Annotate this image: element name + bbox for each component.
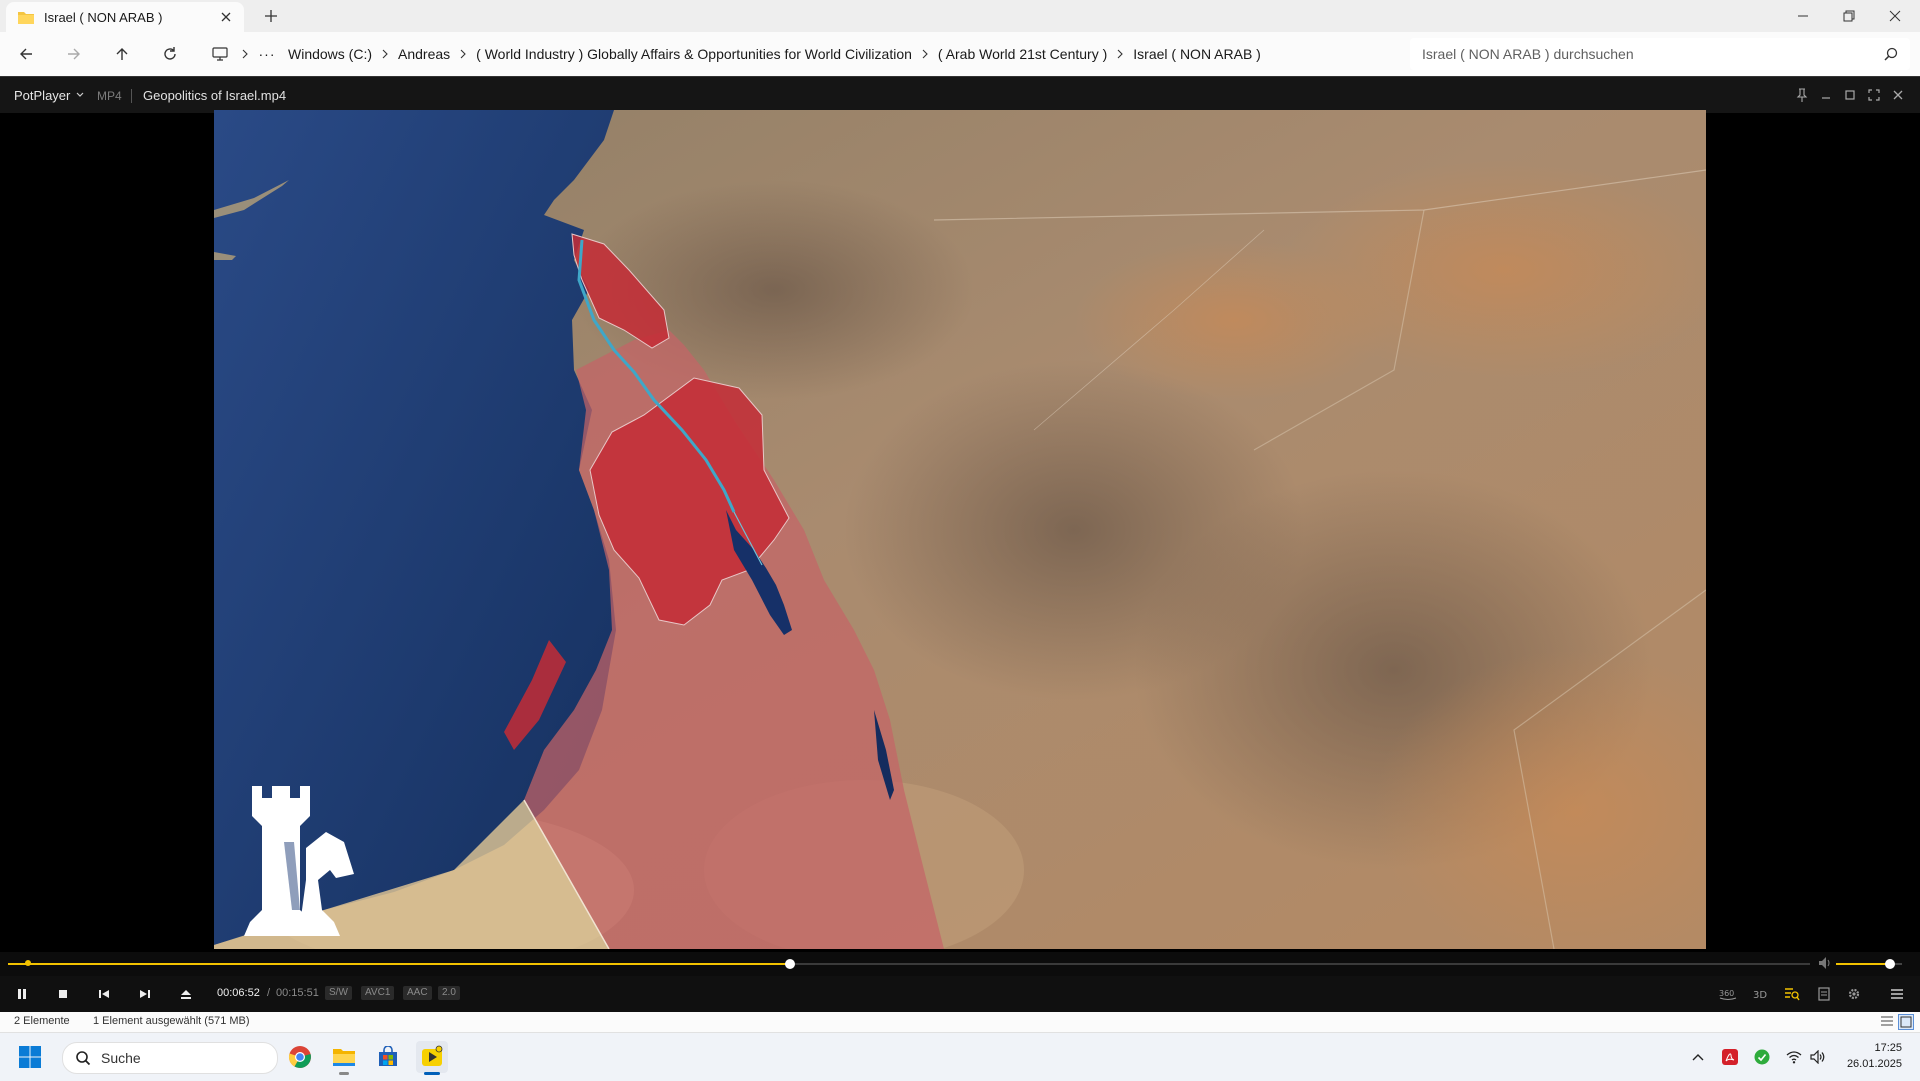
- chevron-right-icon: [452, 47, 474, 61]
- settings-icon[interactable]: [1842, 984, 1866, 1004]
- explorer-search-input[interactable]: Israel ( NON ARAB ) durchsuchen: [1410, 38, 1910, 70]
- breadcrumb[interactable]: ··· Windows (C:) Andreas ( World Industr…: [200, 38, 1400, 70]
- running-indicator: [339, 1072, 349, 1075]
- chevron-right-icon: [234, 47, 256, 61]
- running-indicator: [424, 1072, 440, 1075]
- breadcrumb-item[interactable]: Andreas: [396, 46, 452, 62]
- taskbar-search-placeholder: Suche: [101, 1050, 141, 1066]
- breadcrumb-item[interactable]: ( World Industry ) Globally Affairs & Op…: [474, 46, 914, 62]
- chevron-down-icon: [76, 92, 84, 98]
- total-time: 00:15:51: [276, 987, 319, 999]
- 3d-icon[interactable]: 3D: [1748, 984, 1772, 1004]
- current-time: 00:06:52: [217, 987, 260, 999]
- speaker-icon[interactable]: [1809, 1048, 1827, 1066]
- refresh-icon[interactable]: [158, 42, 182, 66]
- seek-handle[interactable]: [785, 959, 796, 969]
- player-controls: 00:06:52 / 00:15:51 S/W AVC1 AAC 2.0 360…: [0, 976, 1920, 1012]
- explorer-tab[interactable]: Israel ( NON ARAB ): [6, 2, 244, 32]
- tag-sw[interactable]: S/W: [325, 986, 352, 1000]
- forward-arrow-icon[interactable]: [62, 42, 86, 66]
- chevron-up-icon[interactable]: [1689, 1048, 1707, 1066]
- taskbar: Suche 17:25 26.01.2025: [0, 1032, 1920, 1081]
- taskbar-search-input[interactable]: Suche: [62, 1042, 278, 1074]
- selection-info: 1 Element ausgewählt (571 MB): [93, 1015, 250, 1027]
- maximize-icon[interactable]: [1842, 87, 1858, 103]
- folder-icon: [18, 10, 34, 24]
- media-format-label: MP4: [97, 89, 122, 103]
- restore-icon[interactable]: [1826, 0, 1872, 32]
- volume-icon[interactable]: [1818, 956, 1832, 970]
- next-icon[interactable]: [133, 984, 157, 1004]
- minimize-icon[interactable]: [1780, 0, 1826, 32]
- previous-icon[interactable]: [92, 984, 116, 1004]
- seekbar-row: [0, 952, 1920, 976]
- wifi-icon[interactable]: [1785, 1048, 1803, 1066]
- item-count: 2 Elemente: [14, 1015, 70, 1027]
- svg-text:3D: 3D: [1753, 990, 1767, 1000]
- time-separator: /: [267, 987, 271, 999]
- video-frame[interactable]: [214, 110, 1706, 949]
- up-arrow-icon[interactable]: [110, 42, 134, 66]
- 360-icon[interactable]: 360: [1716, 984, 1740, 1004]
- close-icon[interactable]: [1890, 87, 1906, 103]
- playlist-search-icon[interactable]: [1780, 984, 1804, 1004]
- volume-fill: [1836, 963, 1891, 965]
- close-window-icon[interactable]: [1872, 0, 1918, 32]
- new-tab-icon[interactable]: [262, 7, 280, 25]
- chevron-right-icon: [914, 47, 936, 61]
- chevron-right-icon: [1109, 47, 1131, 61]
- menu-icon[interactable]: [1885, 984, 1909, 1004]
- seek-marker[interactable]: [24, 960, 31, 966]
- breadcrumb-item[interactable]: ( Arab World 21st Century ): [936, 46, 1109, 62]
- potplayer-window: PotPlayer MP4 Geopolitics of Israel.mp4: [0, 76, 1920, 1012]
- seek-slider[interactable]: [8, 959, 1810, 969]
- details-view-icon[interactable]: [1880, 1015, 1894, 1027]
- stop-icon[interactable]: [51, 984, 75, 1004]
- more-dots-icon[interactable]: ···: [256, 46, 278, 62]
- file-explorer-icon[interactable]: [328, 1041, 360, 1075]
- taskbar-clock[interactable]: 17:25 26.01.2025: [1847, 1040, 1902, 1072]
- windows-start-icon[interactable]: [18, 1045, 42, 1069]
- svg-text:360: 360: [1719, 989, 1734, 998]
- divider: [131, 89, 132, 103]
- volume-slider[interactable]: [1836, 959, 1902, 969]
- seek-progress-fill: [8, 963, 791, 965]
- breadcrumb-item[interactable]: Windows (C:): [286, 46, 374, 62]
- clock-date: 26.01.2025: [1846, 1058, 1902, 1070]
- chevron-right-icon: [374, 47, 396, 61]
- fullscreen-icon[interactable]: [1866, 87, 1882, 103]
- search-icon[interactable]: [1884, 47, 1898, 61]
- app-name: PotPlayer: [14, 87, 71, 103]
- tag-audio-codec[interactable]: AAC: [403, 986, 432, 1000]
- microsoft-store-icon[interactable]: [372, 1041, 404, 1073]
- potplayer-menu-button[interactable]: PotPlayer: [6, 83, 92, 107]
- this-pc-icon[interactable]: [212, 47, 228, 61]
- minimize-icon[interactable]: [1818, 87, 1834, 103]
- explorer-statusbar: 2 Elemente 1 Element ausgewählt (571 MB): [0, 1012, 1920, 1032]
- tab-title: Israel ( NON ARAB ): [44, 9, 163, 25]
- explorer-titlebar: Israel ( NON ARAB ): [0, 0, 1920, 32]
- back-arrow-icon[interactable]: [14, 42, 38, 66]
- eject-icon[interactable]: [174, 984, 198, 1004]
- pin-icon[interactable]: [1794, 87, 1810, 103]
- media-file-name: Geopolitics of Israel.mp4: [143, 88, 287, 103]
- chapter-icon[interactable]: [1812, 984, 1836, 1004]
- potplayer-titlebar: PotPlayer MP4 Geopolitics of Israel.mp4: [0, 76, 1920, 113]
- chrome-icon[interactable]: [284, 1041, 316, 1073]
- close-tab-icon[interactable]: [218, 9, 234, 25]
- clock-time: 17:25: [1874, 1042, 1902, 1054]
- satellite-map-image: [214, 110, 1706, 949]
- acrobat-icon[interactable]: [1721, 1048, 1739, 1066]
- search-icon: [75, 1050, 91, 1066]
- security-check-icon[interactable]: [1753, 1048, 1771, 1066]
- search-placeholder: Israel ( NON ARAB ) durchsuchen: [1422, 46, 1634, 62]
- tiles-view-icon[interactable]: [1898, 1014, 1914, 1030]
- tag-audio-channels[interactable]: 2.0: [438, 986, 460, 1000]
- volume-handle[interactable]: [1885, 959, 1896, 969]
- potplayer-icon[interactable]: [416, 1041, 448, 1075]
- tag-video-codec[interactable]: AVC1: [361, 986, 395, 1000]
- pause-icon[interactable]: [10, 984, 34, 1004]
- explorer-addressbar: ··· Windows (C:) Andreas ( World Industr…: [0, 32, 1920, 76]
- breadcrumb-item[interactable]: Israel ( NON ARAB ): [1131, 46, 1263, 62]
